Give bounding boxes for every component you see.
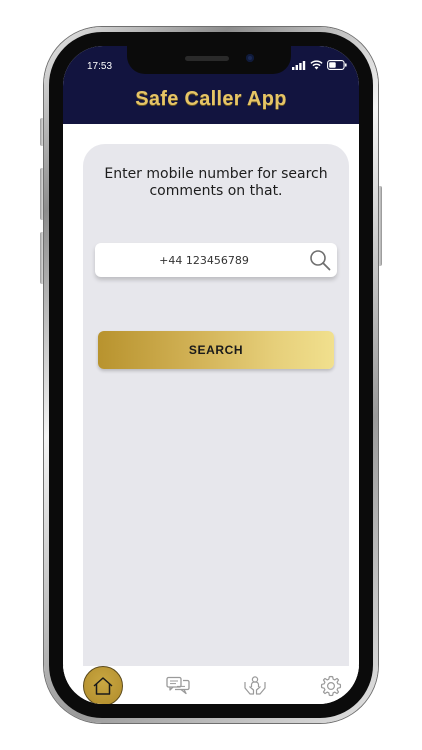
magnifier-icon[interactable] [309, 249, 331, 271]
status-time: 17:53 [87, 61, 113, 72]
mockup-stage: 17:53 Safe Caller App Enter mobile numbe… [0, 0, 422, 750]
wifi-icon [310, 60, 323, 70]
search-card: Enter mobile number for search comments … [83, 144, 349, 684]
comments-icon [166, 676, 190, 695]
home-icon [93, 677, 113, 695]
settings-gear-icon [320, 675, 342, 697]
earpiece-speaker [185, 56, 229, 61]
search-prompt: Enter mobile number for search comments … [104, 166, 328, 199]
phone-screen: 17:53 Safe Caller App Enter mobile numbe… [63, 46, 359, 704]
notch [127, 46, 291, 74]
nav-comments[interactable] [158, 666, 198, 704]
search-button[interactable]: SEARCH [98, 331, 334, 369]
search-box[interactable] [95, 243, 337, 277]
phone-frame: 17:53 Safe Caller App Enter mobile numbe… [44, 27, 378, 723]
status-icons [292, 60, 347, 70]
front-camera [246, 54, 254, 62]
app-header: 17:53 Safe Caller App [63, 46, 359, 124]
bottom-nav [63, 666, 359, 704]
nav-care[interactable] [235, 666, 275, 704]
nav-settings[interactable] [311, 666, 351, 704]
phone-bezel: 17:53 Safe Caller App Enter mobile numbe… [49, 32, 373, 718]
phone-number-input[interactable] [95, 243, 301, 277]
caring-hands-icon [244, 676, 266, 695]
cellular-signal-icon [292, 60, 306, 70]
battery-icon [327, 60, 347, 70]
app-title: Safe Caller App [135, 88, 287, 110]
nav-home[interactable] [83, 666, 123, 704]
